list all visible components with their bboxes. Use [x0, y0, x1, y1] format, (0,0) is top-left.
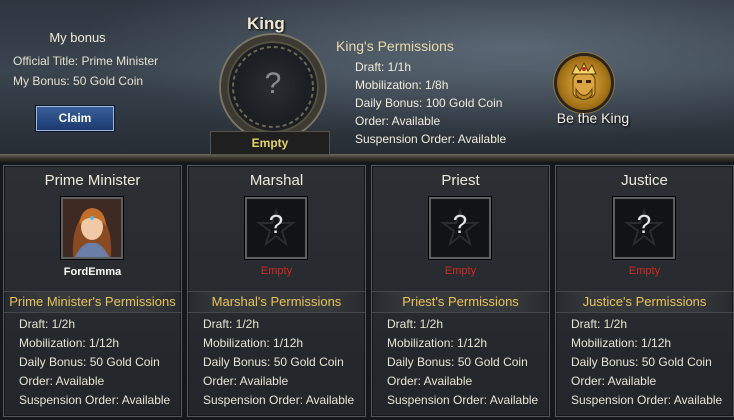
permission-order: Order: Available	[387, 374, 473, 388]
king-permissions-title: King's Permissions	[336, 38, 454, 54]
king-label: King	[247, 14, 285, 33]
permission-suspension-order: Suspension Order: Available	[387, 393, 539, 407]
king-portrait-slot[interactable]: ?	[221, 35, 325, 139]
permission-mobilization: Mobilization: 1/12h	[387, 336, 488, 350]
permission-order: Order: Available	[19, 374, 105, 388]
permissions-title: Prime Minister's Permissions	[9, 294, 176, 309]
position-title: Marshal	[249, 172, 304, 189]
position-status-empty: Empty	[628, 265, 661, 277]
position-card-priest: Priest ? Empty Priest's Permissions Draf…	[371, 165, 550, 417]
my-bonus-title: My bonus	[49, 30, 106, 45]
position-title: Priest	[441, 172, 480, 189]
position-card-marshal: Marshal ? Empty Marshal's Permissions Dr…	[187, 165, 366, 417]
permission-draft: Draft: 1/2h	[387, 317, 444, 331]
permission-mobilization: Mobilization: 1/12h	[19, 336, 120, 350]
crowned-king-face-icon	[571, 62, 597, 100]
claim-button[interactable]: Claim	[36, 106, 114, 131]
permissions-title: Priest's Permissions	[402, 294, 519, 309]
king-permission-suspension: Suspension Order: Available	[355, 132, 507, 146]
permission-suspension-order: Suspension Order: Available	[19, 393, 171, 407]
permissions-header: Marshal's Permissions	[188, 291, 365, 313]
question-mark-icon: ?	[452, 209, 468, 239]
permission-daily-bonus: Daily Bonus: 50 Gold Coin	[19, 355, 160, 369]
position-card-justice: Justice ? Empty Justice's Permissions Dr…	[555, 165, 734, 417]
my-bonus-text: My Bonus: 50 Gold Coin	[13, 74, 144, 88]
permission-daily-bonus: Daily Bonus: 50 Gold Coin	[387, 355, 528, 369]
king-placeholder-question-icon: ?	[264, 67, 282, 100]
position-holder-name[interactable]: FordEmma	[4, 266, 181, 278]
marshal-portrait-slot[interactable]: ?	[245, 197, 307, 259]
permission-mobilization: Mobilization: 1/12h	[571, 336, 672, 350]
permission-draft: Draft: 1/2h	[571, 317, 628, 331]
permission-mobilization: Mobilization: 1/12h	[203, 336, 304, 350]
permissions-title: Marshal's Permissions	[211, 294, 342, 309]
question-mark-icon: ?	[636, 209, 652, 239]
permission-draft: Draft: 1/2h	[203, 317, 260, 331]
question-mark-icon: ?	[268, 209, 284, 239]
permissions-header: Priest's Permissions	[372, 291, 549, 313]
position-card-prime-minister: Prime Minister FordEmma Prime Minister's…	[3, 165, 182, 417]
king-permission-draft: Draft: 1/1h	[355, 60, 412, 74]
prime-minister-portrait[interactable]	[61, 197, 123, 259]
permissions-header: Justice's Permissions	[556, 291, 733, 313]
permission-suspension-order: Suspension Order: Available	[571, 393, 723, 407]
permission-order: Order: Available	[203, 374, 289, 388]
justice-portrait-slot[interactable]: ?	[613, 197, 675, 259]
official-title-text: Official Title: Prime Minister	[13, 54, 159, 68]
priest-portrait-slot[interactable]: ?	[429, 197, 491, 259]
position-status-empty: Empty	[260, 265, 293, 277]
king-status: Empty	[210, 131, 330, 155]
position-title: Justice	[621, 172, 668, 189]
permission-daily-bonus: Daily Bonus: 50 Gold Coin	[203, 355, 344, 369]
king-permission-order: Order: Available	[355, 114, 441, 128]
permission-draft: Draft: 1/2h	[19, 317, 76, 331]
position-status-empty: Empty	[444, 265, 477, 277]
header-divider	[0, 154, 734, 162]
permission-order: Order: Available	[571, 374, 657, 388]
permission-suspension-order: Suspension Order: Available	[203, 393, 355, 407]
king-permission-daily-bonus: Daily Bonus: 100 Gold Coin	[355, 96, 503, 110]
permission-daily-bonus: Daily Bonus: 50 Gold Coin	[571, 355, 712, 369]
permissions-title: Justice's Permissions	[582, 294, 707, 309]
permissions-header: Prime Minister's Permissions	[4, 291, 181, 313]
be-the-king-label[interactable]: Be the King	[548, 110, 638, 126]
be-the-king-button[interactable]	[557, 56, 611, 110]
king-permission-mobilization: Mobilization: 1/8h	[355, 78, 449, 92]
position-title: Prime Minister	[44, 172, 141, 189]
avatar	[63, 199, 121, 257]
